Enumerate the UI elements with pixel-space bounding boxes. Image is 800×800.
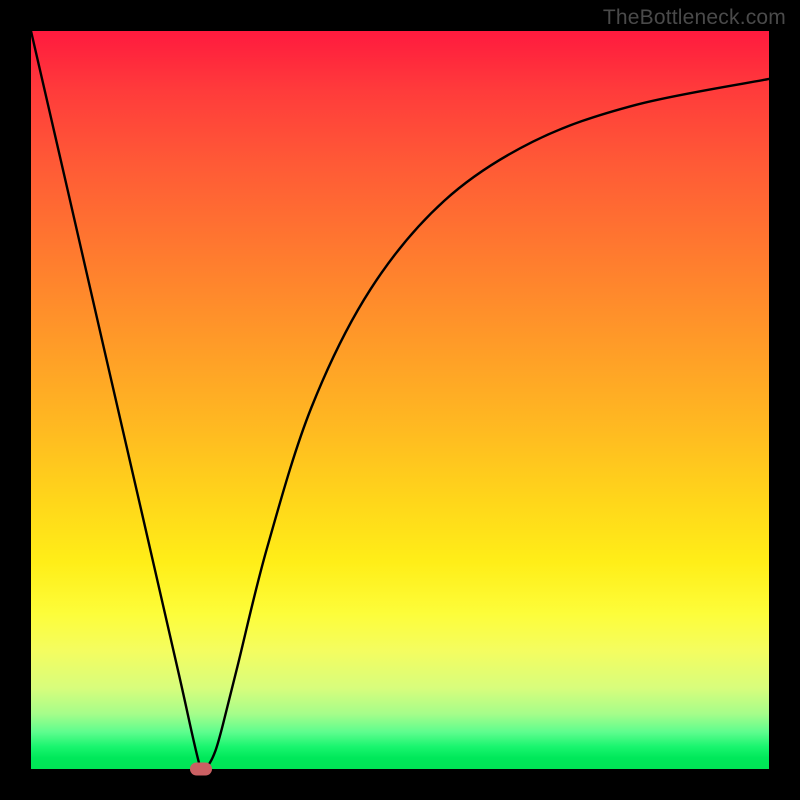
watermark-text: TheBottleneck.com (603, 6, 786, 30)
chart-frame: TheBottleneck.com (0, 0, 800, 800)
bottleneck-curve (31, 31, 769, 769)
plot-area (31, 31, 769, 769)
bottleneck-marker (190, 763, 212, 776)
